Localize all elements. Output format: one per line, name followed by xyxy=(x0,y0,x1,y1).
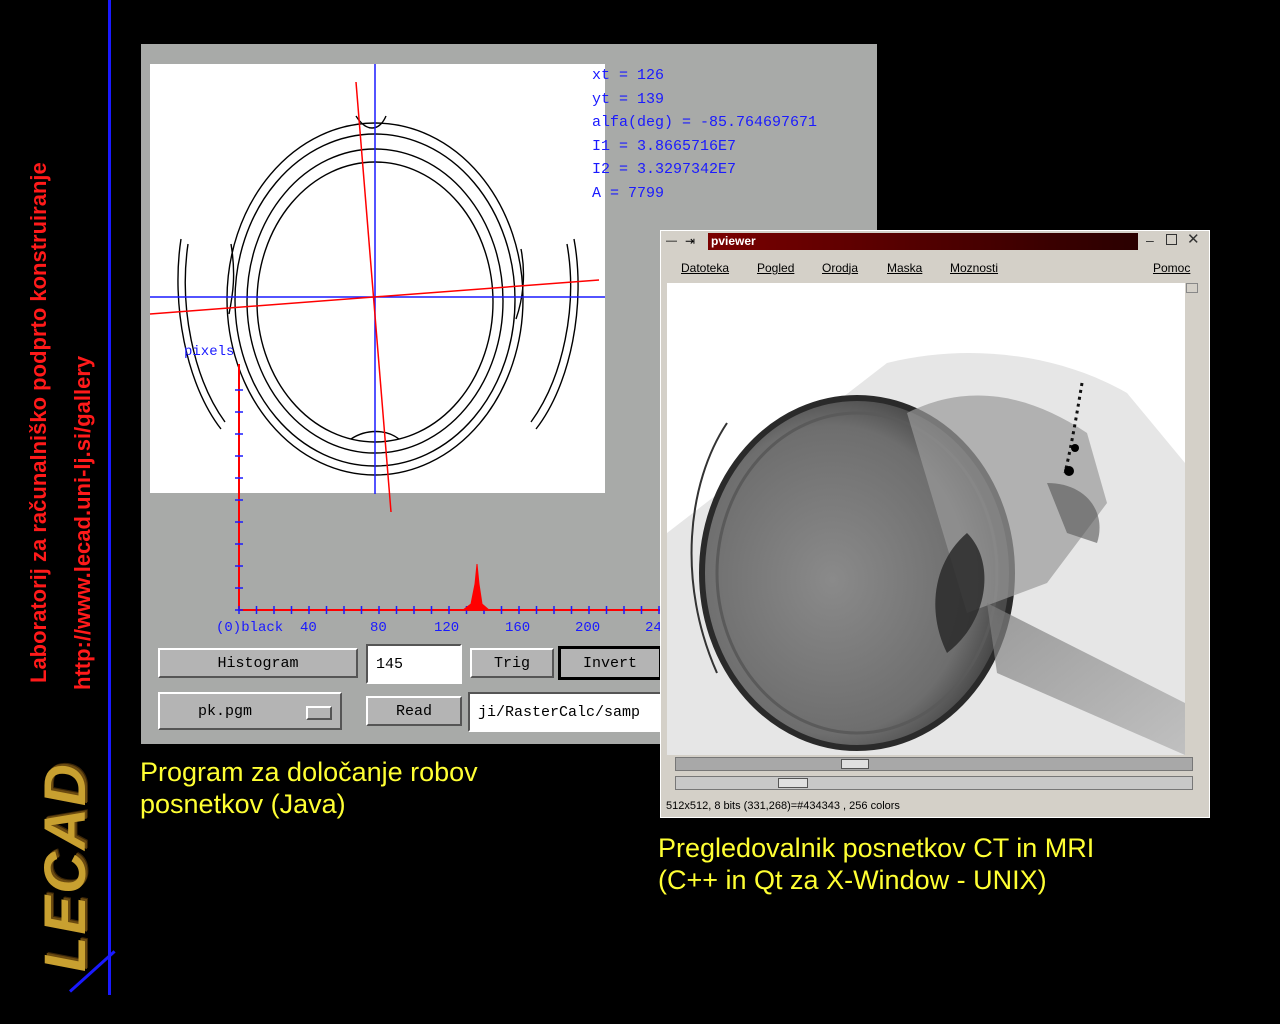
hist-tick-80: 80 xyxy=(370,620,387,636)
file-select-value: pk.pgm xyxy=(198,702,253,720)
file-select[interactable]: pk.pgm xyxy=(158,692,342,730)
menu-maska[interactable]: Maska xyxy=(887,261,922,275)
window-menu-icon[interactable]: — xyxy=(666,236,678,247)
gallery-url-link[interactable]: http://www.lecad.uni-lj.si/gallery xyxy=(70,356,96,690)
lecad-logo: LECAD xyxy=(33,762,98,972)
menu-pomoc[interactable]: Pomoc xyxy=(1153,261,1190,275)
menu-pogled[interactable]: Pogled xyxy=(757,261,794,275)
dropdown-indicator-icon xyxy=(306,706,332,720)
hist-tick-120: 120 xyxy=(434,620,460,636)
viewer-caption: Pregledovalnik posnetkov CT in MRI (C++ … xyxy=(658,832,1094,896)
status-bar: 512x512, 8 bits (331,268)=#434343 , 256 … xyxy=(666,800,900,812)
slice-slider[interactable] xyxy=(675,776,1193,790)
invert-button[interactable]: Invert xyxy=(558,646,662,680)
lab-name-text: Laboratorij za računalniško podprto kons… xyxy=(26,162,51,683)
minimize-icon[interactable]: – xyxy=(1146,232,1154,248)
menu-datoteka[interactable]: Datoteka xyxy=(681,261,729,275)
read-button[interactable]: Read xyxy=(366,696,462,726)
scroll-up-icon[interactable] xyxy=(1186,283,1198,293)
xray-image xyxy=(667,353,1185,755)
hist-tick-160: 160 xyxy=(505,620,531,636)
java-caption-line2: posnetkov (Java) xyxy=(140,789,346,819)
hist-tick-200: 200 xyxy=(575,620,601,636)
readout-panel: xt = 126 yt = 139 alfa(deg) = -85.764697… xyxy=(592,64,817,205)
readout-area: A = 7799 xyxy=(592,184,665,202)
maximize-icon[interactable] xyxy=(1166,234,1177,245)
pin-icon[interactable]: ⇥ xyxy=(685,234,695,248)
hist-tick-0: (0)black xyxy=(216,620,284,636)
hscroll-thumb[interactable] xyxy=(841,759,869,769)
viewer-caption-line2: (C++ in Qt za X-Window - UNIX) xyxy=(658,865,1047,895)
vertical-scrollbar[interactable] xyxy=(1186,283,1198,755)
xray-image-canvas[interactable] xyxy=(667,283,1185,755)
readout-xt: xt = 126 xyxy=(592,67,665,84)
java-caption-line1: Program za določanje robov xyxy=(140,757,478,787)
sidebar-divider-line xyxy=(108,0,111,995)
readout-yt: yt = 139 xyxy=(592,90,665,108)
pixels-axis-label: pixels xyxy=(184,344,235,360)
menu-moznosti[interactable]: Moznosti xyxy=(950,261,998,275)
readout-i2: I2 = 3.3297342E7 xyxy=(592,161,737,178)
menu-orodja[interactable]: Orodja xyxy=(822,261,858,275)
readout-i1: I1 = 3.8665716E7 xyxy=(592,137,737,155)
close-icon[interactable]: ✕ xyxy=(1187,230,1200,248)
readout-alfa: alfa(deg) = -85.764697671 xyxy=(592,114,818,131)
slice-slider-thumb[interactable] xyxy=(778,778,808,788)
window-title[interactable]: pviewer xyxy=(708,233,1138,250)
trig-button[interactable]: Trig xyxy=(470,648,554,678)
histogram-button[interactable]: Histogram xyxy=(158,648,358,678)
viewer-caption-line1: Pregledovalnik posnetkov CT in MRI xyxy=(658,833,1095,863)
path-input[interactable]: ji/RasterCalc/samp xyxy=(468,692,662,732)
threshold-input[interactable]: 145 xyxy=(366,644,462,684)
horizontal-scrollbar[interactable] xyxy=(675,757,1193,771)
hist-tick-40: 40 xyxy=(300,620,317,636)
java-caption: Program za določanje robov posnetkov (Ja… xyxy=(140,756,478,820)
